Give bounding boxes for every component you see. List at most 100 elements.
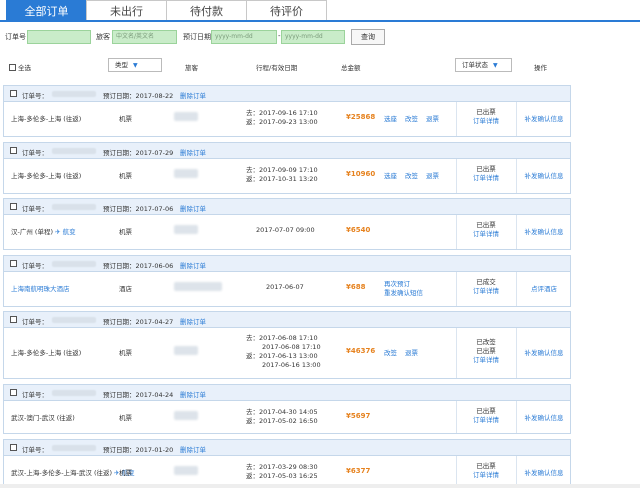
order-operation-link[interactable]: 补发确认信息 bbox=[516, 226, 572, 236]
route-name: 上海-多伦多-上海 (往返) bbox=[11, 115, 82, 123]
order-detail-link[interactable]: 订单详情 bbox=[456, 356, 516, 365]
order-detail-link[interactable]: 订单详情 bbox=[456, 287, 516, 296]
delete-order-link[interactable]: 删除订单 bbox=[180, 389, 206, 399]
header-traveler: 旅客 bbox=[185, 64, 198, 72]
order-card: 订单号： 预订日期：2017-07-06 删除订单 汉-广州 (单程) ✈ 航变… bbox=[3, 198, 571, 250]
checkbox-icon[interactable] bbox=[10, 203, 17, 210]
checkbox-icon[interactable] bbox=[9, 64, 16, 71]
select-all[interactable]: 全选 bbox=[9, 62, 31, 72]
order-checkbox[interactable] bbox=[10, 316, 19, 324]
traveler-name bbox=[174, 411, 198, 420]
route-name: 武汉-上海-多伦多-上海-武汉 (往返) ✈ 航变 bbox=[11, 469, 135, 477]
date-label: 预订日期 bbox=[183, 33, 211, 41]
itinerary-date: 返：2017-10-31 13:20 bbox=[246, 174, 318, 183]
booking-date: 预订日期：2017-08-22 bbox=[103, 92, 174, 100]
flight-change-badge[interactable]: ✈ 航变 bbox=[55, 228, 76, 236]
order-card: 订单号： 预订日期：2017-06-06 删除订单 上海南航明珠大酒店 酒店 2… bbox=[3, 255, 571, 307]
delete-order-link[interactable]: 删除订单 bbox=[180, 203, 206, 213]
delete-order-link[interactable]: 删除订单 bbox=[180, 316, 206, 326]
action-link[interactable]: 退票 bbox=[405, 349, 418, 357]
status-text: 已出票 bbox=[476, 165, 496, 173]
order-checkbox[interactable] bbox=[10, 147, 19, 155]
order-header: 订单号： 预订日期：2017-07-06 删除订单 bbox=[4, 199, 570, 215]
order-no-input[interactable] bbox=[27, 30, 91, 44]
order-card: 订单号： 预订日期：2017-07-29 删除订单 上海-多伦多-上海 (往返)… bbox=[3, 142, 571, 194]
action-link[interactable]: 选座 bbox=[384, 172, 397, 180]
checkbox-icon[interactable] bbox=[10, 389, 17, 396]
order-actions: 选座 改签 退票 bbox=[384, 170, 447, 180]
tab-pending-review[interactable]: 待评价 bbox=[246, 0, 327, 20]
status-text: 已出票 bbox=[476, 221, 496, 229]
order-number-value bbox=[52, 317, 96, 323]
order-checkbox[interactable] bbox=[10, 260, 19, 268]
filter-bar: 订单号 旅客 中文名/英文名 预订日期 yyyy-mm-dd - yyyy-mm… bbox=[0, 29, 640, 45]
action-link[interactable]: 选座 bbox=[384, 115, 397, 123]
order-detail-link[interactable]: 订单详情 bbox=[456, 174, 516, 183]
order-operation-link[interactable]: 点评酒店 bbox=[516, 283, 572, 293]
order-number-label: 订单号： bbox=[22, 391, 48, 399]
order-header: 订单号： 预订日期：2017-04-27 删除订单 bbox=[4, 312, 570, 328]
action-link[interactable]: 再次预订 bbox=[384, 280, 423, 289]
delete-order-link[interactable]: 删除订单 bbox=[180, 147, 206, 157]
delete-order-link[interactable]: 删除订单 bbox=[180, 90, 206, 100]
traveler-name bbox=[174, 466, 198, 475]
order-operation-link[interactable]: 补发确认信息 bbox=[516, 467, 572, 477]
order-checkbox[interactable] bbox=[10, 444, 19, 452]
horizontal-scrollbar[interactable] bbox=[0, 484, 640, 488]
order-checkbox[interactable] bbox=[10, 90, 19, 98]
status-dropdown[interactable]: 订单状态 ▼ bbox=[455, 58, 512, 72]
traveler-input[interactable]: 中文名/英文名 bbox=[112, 30, 177, 44]
checkbox-icon[interactable] bbox=[10, 147, 17, 154]
order-detail-link[interactable]: 订单详情 bbox=[456, 416, 516, 425]
action-link[interactable]: 重发确认短信 bbox=[384, 289, 423, 298]
query-button[interactable]: 查询 bbox=[351, 29, 385, 45]
checkbox-icon[interactable] bbox=[10, 444, 17, 451]
checkbox-icon[interactable] bbox=[10, 90, 17, 97]
order-checkbox[interactable] bbox=[10, 203, 19, 211]
route-name[interactable]: 上海南航明珠大酒店 bbox=[11, 283, 70, 293]
status-text: 已出票 bbox=[476, 346, 496, 355]
header-itinerary: 行程/有效日期 bbox=[256, 64, 298, 72]
booking-date: 预订日期：2017-01-20 bbox=[103, 446, 174, 454]
booking-date: 预订日期：2017-06-06 bbox=[103, 262, 174, 270]
order-status: 已出票 订单详情 bbox=[456, 407, 516, 425]
order-tabs: 全部订单 未出行 待付款 待评价 bbox=[0, 0, 640, 22]
action-link[interactable]: 改签 bbox=[405, 172, 418, 180]
checkbox-icon[interactable] bbox=[10, 260, 17, 267]
delete-order-link[interactable]: 删除订单 bbox=[180, 260, 206, 270]
action-link[interactable]: 改签 bbox=[384, 349, 397, 357]
itinerary-date: 2017-07-07 09:00 bbox=[256, 226, 315, 234]
traveler-name bbox=[174, 225, 198, 234]
action-link[interactable]: 退票 bbox=[426, 115, 439, 123]
order-operation-link[interactable]: 补发确认信息 bbox=[516, 412, 572, 422]
date-to-input[interactable]: yyyy-mm-dd bbox=[281, 30, 345, 44]
tab-pending-payment[interactable]: 待付款 bbox=[166, 0, 247, 20]
action-link[interactable]: 改签 bbox=[405, 115, 418, 123]
tab-all-orders[interactable]: 全部订单 bbox=[6, 0, 87, 20]
order-card: 订单号： 预订日期：2017-04-27 删除订单 上海-多伦多-上海 (往返)… bbox=[3, 311, 571, 379]
traveler-name bbox=[174, 169, 198, 178]
action-link[interactable]: 退票 bbox=[426, 172, 439, 180]
order-detail-link[interactable]: 订单详情 bbox=[456, 471, 516, 480]
type-dropdown[interactable]: 类型 ▼ bbox=[108, 58, 162, 72]
delete-order-link[interactable]: 删除订单 bbox=[180, 444, 206, 454]
order-checkbox[interactable] bbox=[10, 389, 19, 397]
order-card: 订单号： 预订日期：2017-08-22 删除订单 上海-多伦多-上海 (往返)… bbox=[3, 85, 571, 137]
product-type: 机票 bbox=[119, 172, 132, 180]
tab-upcoming[interactable]: 未出行 bbox=[86, 0, 167, 20]
order-price: ¥5697 bbox=[346, 412, 371, 420]
product-type: 酒店 bbox=[119, 285, 132, 293]
order-operation-link[interactable]: 补发确认信息 bbox=[516, 347, 572, 357]
checkbox-icon[interactable] bbox=[10, 316, 17, 323]
order-header: 订单号： 预订日期：2017-08-22 删除订单 bbox=[4, 86, 570, 102]
date-from-input[interactable]: yyyy-mm-dd bbox=[211, 30, 277, 44]
itinerary-date: 2017-06-08 17:10 bbox=[262, 342, 321, 351]
order-detail-link[interactable]: 订单详情 bbox=[456, 230, 516, 239]
order-detail-link[interactable]: 订单详情 bbox=[456, 117, 516, 126]
order-operation-link[interactable]: 补发确认信息 bbox=[516, 113, 572, 123]
header-operation: 操作 bbox=[534, 64, 547, 72]
itinerary-date: 去：2017-09-16 17:10 bbox=[246, 108, 318, 117]
order-operation-link[interactable]: 补发确认信息 bbox=[516, 170, 572, 180]
order-header: 订单号： 预订日期：2017-04-24 删除订单 bbox=[4, 385, 570, 401]
product-type: 机票 bbox=[119, 228, 132, 236]
